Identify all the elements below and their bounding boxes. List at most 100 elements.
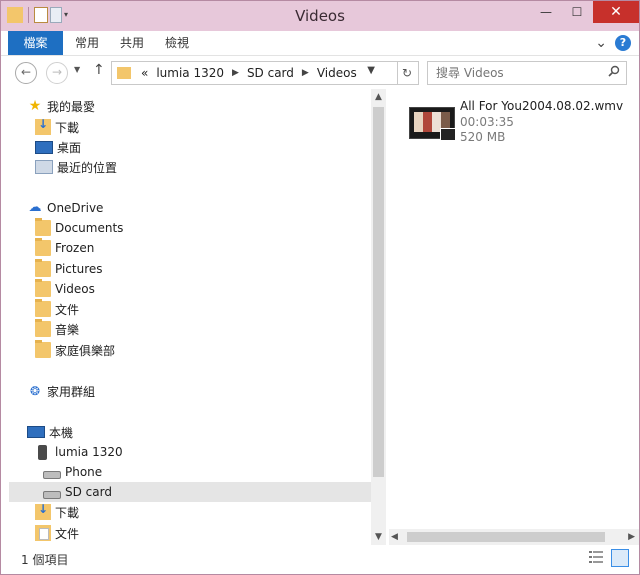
drive-icon xyxy=(43,491,61,499)
search-input[interactable] xyxy=(434,64,608,82)
nav-onedrive-pictures[interactable]: Pictures xyxy=(9,259,371,279)
nav-homegroup[interactable]: ❂ 家用群組 xyxy=(9,381,371,401)
tab-view[interactable]: 檢視 xyxy=(159,31,195,55)
address-row: ← → ▼ ↑ « lumia 1320 ▶ SD card ▶ Videos … xyxy=(1,56,639,88)
nav-thispc[interactable]: 本機 xyxy=(9,422,371,442)
nav-onedrive-label: OneDrive xyxy=(47,201,104,215)
navigation-scrollbar[interactable]: ▲ ▼ xyxy=(371,89,386,545)
onedrive-icon: ☁ xyxy=(28,200,42,215)
forward-button[interactable]: → xyxy=(46,62,68,84)
tab-file[interactable]: 檔案 xyxy=(8,31,63,55)
nav-item-label: 文件 xyxy=(55,526,80,541)
nav-item-label: 下載 xyxy=(55,120,80,135)
close-button[interactable]: ✕ xyxy=(593,1,639,23)
nav-onedrive-frozen[interactable]: Frozen xyxy=(9,238,371,258)
desktop-icon xyxy=(35,140,53,154)
item-count: 1 個項目 xyxy=(21,553,69,567)
tab-share[interactable]: 共用 xyxy=(114,31,150,55)
scroll-left-icon[interactable]: ◀ xyxy=(391,529,398,545)
file-name: All For You2004.08.02.wmv xyxy=(460,99,624,113)
nav-item-label: 家庭俱樂部 xyxy=(55,343,116,358)
nav-drive-phone[interactable]: Phone xyxy=(9,462,371,482)
nav-onedrive-documents-zh[interactable]: 文件 xyxy=(9,299,371,319)
file-item[interactable]: All For You2004.08.02.wmv 00:03:35 520 M… xyxy=(407,97,635,147)
refresh-button[interactable]: ↻ xyxy=(396,61,419,85)
nav-device[interactable]: lumia 1320 xyxy=(9,442,371,462)
folder-icon xyxy=(35,340,51,358)
video-thumbnail xyxy=(409,107,456,141)
scrollbar-thumb[interactable] xyxy=(373,107,384,477)
nav-item-label: Pictures xyxy=(55,262,103,276)
nav-thispc-downloads[interactable]: 下載 xyxy=(9,502,371,522)
recent-locations-icon[interactable]: ▼ xyxy=(74,65,80,74)
nav-homegroup-label: 家用群組 xyxy=(47,384,96,399)
folder-icon xyxy=(35,299,51,317)
breadcrumb: « lumia 1320 ▶ SD card ▶ Videos xyxy=(135,66,357,80)
ribbon-tabs: 檔案 常用 共用 檢視 ⌄ ? xyxy=(1,31,639,56)
nav-onedrive[interactable]: ☁ OneDrive xyxy=(9,198,371,218)
file-list: All For You2004.08.02.wmv 00:03:35 520 M… xyxy=(387,89,639,529)
nav-item-label: 文件 xyxy=(55,302,80,317)
nav-item-label: 下載 xyxy=(55,505,80,520)
nav-item-label: Frozen xyxy=(55,241,95,255)
nav-onedrive-documents[interactable]: Documents xyxy=(9,218,371,238)
folder-icon xyxy=(35,259,51,277)
scroll-down-icon[interactable]: ▼ xyxy=(371,529,386,545)
content-scrollbar[interactable]: ◀ ▶ xyxy=(389,529,639,545)
tiles-view-icon[interactable] xyxy=(611,549,629,567)
folder-icon xyxy=(35,238,51,256)
nav-item-label: Videos xyxy=(55,282,95,296)
breadcrumb-item-device[interactable]: lumia 1320 xyxy=(156,66,224,80)
ribbon-controls: ⌄ ? xyxy=(595,35,631,51)
scrollbar-thumb[interactable] xyxy=(407,532,605,542)
status-bar: 1 個項目 xyxy=(1,545,639,574)
nav-item-label: Phone xyxy=(65,465,103,479)
nav-onedrive-family[interactable]: 家庭俱樂部 xyxy=(9,340,371,360)
minimize-button[interactable]: — xyxy=(531,1,561,23)
drive-icon xyxy=(43,471,61,479)
phone-icon xyxy=(38,444,47,460)
chevron-right-icon[interactable]: ▶ xyxy=(232,68,239,78)
title-bar: ▾ Videos — ☐ ✕ xyxy=(1,1,639,31)
nav-favorites-recent[interactable]: 最近的位置 xyxy=(9,157,371,177)
address-bar[interactable]: « lumia 1320 ▶ SD card ▶ Videos ▼ xyxy=(111,61,398,85)
computer-icon xyxy=(27,426,45,438)
navigation-pane: ★ 我的最愛 下載 桌面 最近的位置 ☁ OneDrive Documents … xyxy=(9,89,371,545)
chevron-down-icon[interactable]: ▼ xyxy=(367,65,375,76)
nav-item-label: 音樂 xyxy=(55,322,80,337)
documents-icon xyxy=(35,525,51,541)
up-button[interactable]: ↑ xyxy=(93,62,105,78)
back-button[interactable]: ← xyxy=(15,62,37,84)
scroll-up-icon[interactable]: ▲ xyxy=(371,89,386,105)
nav-drive-sdcard[interactable]: SD card xyxy=(9,482,371,502)
chevron-right-icon[interactable]: ▶ xyxy=(302,68,309,78)
details-view-icon[interactable] xyxy=(589,550,603,564)
folder-icon xyxy=(35,218,51,236)
expand-ribbon-icon[interactable]: ⌄ xyxy=(595,35,607,51)
nav-thispc-documents[interactable]: 文件 xyxy=(9,523,371,543)
downloads-icon xyxy=(35,117,51,135)
breadcrumb-item-sdcard[interactable]: SD card xyxy=(247,66,294,80)
nav-item-label: 桌面 xyxy=(57,140,82,155)
recent-places-icon xyxy=(35,160,53,174)
nav-onedrive-videos[interactable]: Videos xyxy=(9,279,371,299)
nav-item-label: SD card xyxy=(65,485,112,499)
tab-home[interactable]: 常用 xyxy=(69,31,105,55)
breadcrumb-item-videos[interactable]: Videos xyxy=(317,66,357,80)
nav-favorites-downloads[interactable]: 下載 xyxy=(9,117,371,137)
star-icon: ★ xyxy=(28,98,42,114)
maximize-button[interactable]: ☐ xyxy=(563,1,591,23)
scroll-right-icon[interactable]: ▶ xyxy=(628,529,635,545)
downloads-icon xyxy=(35,502,51,520)
nav-onedrive-music[interactable]: 音樂 xyxy=(9,319,371,339)
nav-favorites[interactable]: ★ 我的最愛 xyxy=(9,96,371,116)
folder-icon xyxy=(35,319,51,337)
breadcrumb-overflow[interactable]: « xyxy=(141,66,148,80)
file-size: 520 MB xyxy=(460,130,506,144)
search-icon[interactable] xyxy=(608,65,620,77)
media-badge-icon xyxy=(440,128,456,141)
help-icon[interactable]: ? xyxy=(615,35,631,51)
homegroup-icon: ❂ xyxy=(29,384,41,398)
nav-favorites-desktop[interactable]: 桌面 xyxy=(9,137,371,157)
search-box[interactable] xyxy=(427,61,627,85)
